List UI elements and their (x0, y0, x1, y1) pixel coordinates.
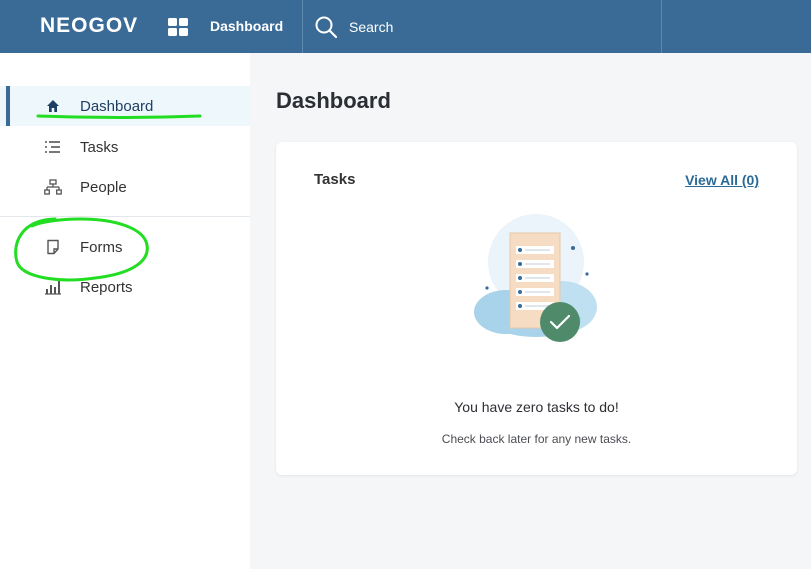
empty-state-title: You have zero tasks to do! (454, 399, 619, 415)
sidebar: Dashboard Tasks People Forms Reports (0, 53, 250, 569)
sidebar-item-tasks[interactable]: Tasks (0, 127, 250, 167)
search-input[interactable]: Search (349, 19, 393, 35)
bar-chart-icon (44, 278, 62, 296)
empty-tasks-illustration (474, 214, 597, 342)
sidebar-item-reports[interactable]: Reports (0, 267, 250, 307)
sidebar-item-label: Forms (80, 238, 123, 256)
sidebar-item-label: Tasks (80, 138, 119, 156)
top-bar: NEOGOV Dashboard Search (0, 0, 811, 53)
sidebar-item-label: Reports (80, 278, 133, 296)
form-document-icon (44, 238, 62, 256)
sidebar-item-label: People (80, 178, 127, 196)
tasks-card: Tasks View All (0) You have zero tasks t… (276, 142, 797, 475)
module-switcher[interactable]: Dashboard (210, 18, 283, 34)
neogov-logo[interactable]: NEOGOV (40, 14, 138, 38)
sidebar-item-label: Dashboard (80, 97, 154, 115)
card-title: Tasks (314, 171, 356, 188)
sidebar-item-people[interactable]: People (0, 167, 250, 207)
sidebar-divider (0, 216, 250, 217)
search-icon[interactable] (314, 15, 338, 39)
tasks-list-icon (44, 138, 62, 156)
apps-grid-icon[interactable] (168, 18, 188, 36)
main-content: Dashboard Tasks View All (0) You have ze… (250, 53, 811, 569)
divider (302, 0, 303, 53)
view-all-link[interactable]: View All (0) (685, 172, 759, 188)
divider (661, 0, 662, 53)
sidebar-item-dashboard[interactable]: Dashboard (0, 86, 250, 126)
page-title: Dashboard (276, 88, 391, 113)
home-icon (44, 97, 62, 115)
sidebar-item-forms[interactable]: Forms (0, 227, 250, 267)
empty-state-subtitle: Check back later for any new tasks. (441, 432, 632, 446)
org-chart-icon (44, 178, 62, 196)
active-indicator (6, 86, 10, 126)
